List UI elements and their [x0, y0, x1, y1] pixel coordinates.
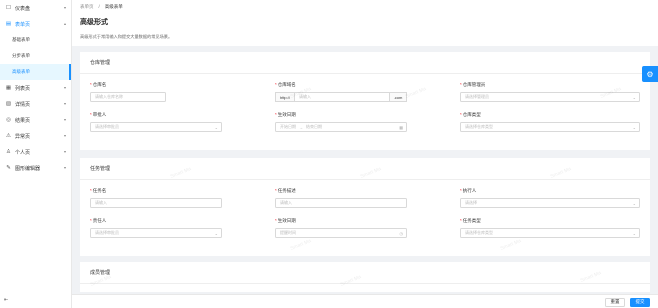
- collapse-sidebar-icon[interactable]: ⇤: [4, 297, 8, 303]
- chevron-down-icon: ⌄: [632, 94, 636, 100]
- reset-button[interactable]: 重置: [605, 297, 625, 307]
- sidebar-item-label: 表单页: [15, 21, 31, 28]
- submit-button[interactable]: 提交: [630, 297, 650, 307]
- sidebar-item-dashboard[interactable]: ☐ 仪表盘 ▾: [0, 0, 71, 16]
- chevron-up-icon: ▴: [63, 21, 66, 26]
- chevron-down-icon: ⌄: [632, 230, 636, 236]
- sidebar-item-label: 个人页: [15, 149, 31, 156]
- label-executor: *执行人: [460, 188, 477, 193]
- label-task-description: *任务描述: [275, 188, 296, 193]
- chevron-down-icon: ▾: [63, 117, 66, 122]
- sidebar-item-label: 仪表盘: [15, 5, 31, 12]
- footer-toolbar: 重置 提交: [72, 294, 658, 308]
- sidebar-item-detail[interactable]: ▧ 详情页 ▾: [0, 96, 71, 112]
- page-description: 高级形式于常用输入和提交大量数据的常见场景。: [80, 34, 173, 39]
- sidebar-item-result[interactable]: ◎ 结果页 ▾: [0, 112, 71, 128]
- dashboard-icon: ☐: [6, 5, 11, 11]
- label-task-name: *任务名: [90, 188, 107, 193]
- sidebar-item-editor[interactable]: ✎ 图形编辑器 ▾: [0, 160, 71, 176]
- label-warehouse-admin: *仓库管理员: [460, 82, 486, 87]
- card-warehouse: 仓库管理 *仓库名 请输入仓库名称 *仓库域名 http:// 请输入 .com…: [80, 52, 650, 150]
- warehouse-name-input[interactable]: 请输入仓库名称: [90, 92, 166, 102]
- chevron-down-icon: ⌄: [214, 124, 218, 130]
- label-task-date: *生效日期: [275, 218, 296, 223]
- label-effective-date: *生效日期: [275, 112, 296, 117]
- task-type-select[interactable]: 请选择仓库类型 ⌄: [460, 228, 640, 238]
- sidebar-item-label: 详情页: [15, 101, 31, 108]
- clock-icon: ◷: [399, 230, 404, 236]
- list-icon: ▦: [5, 85, 12, 91]
- sidebar-item-list[interactable]: ▦ 列表页 ▾: [0, 80, 71, 96]
- sidebar-subitem-label: 分步表单: [12, 53, 30, 58]
- sidebar-item-label: 图形编辑器: [15, 165, 41, 172]
- sidebar-item-account[interactable]: ♙ 个人页 ▾: [0, 144, 71, 160]
- detail-icon: ▧: [5, 101, 12, 107]
- card-title: 任务管理: [80, 158, 650, 180]
- chevron-down-icon: ▾: [63, 133, 66, 138]
- card-members: 成员管理: [80, 262, 650, 292]
- chevron-down-icon: ▾: [63, 165, 66, 170]
- sidebar-subitem-label: 高级表单: [12, 69, 30, 74]
- owner-select[interactable]: 请选择审批员 ⌄: [90, 228, 222, 238]
- gear-icon: ⚙: [646, 69, 654, 79]
- card-title: 成员管理: [80, 262, 650, 284]
- sidebar-subitem-label: 基础表单: [12, 37, 30, 42]
- chevron-down-icon: ▾: [63, 149, 66, 154]
- effective-date-range[interactable]: 开始日期 → 结束日期 ▦: [275, 122, 407, 132]
- sidebar-item-exception[interactable]: ⚠ 异常页 ▾: [0, 128, 71, 144]
- form-icon: ▤: [5, 21, 12, 27]
- warehouse-type-select[interactable]: 请选择仓库类型 ⌄: [460, 122, 640, 132]
- label-owner: *责任人: [90, 218, 107, 223]
- breadcrumb-item-current: 高级表单: [104, 4, 123, 9]
- breadcrumb-item-form[interactable]: 表单页: [80, 4, 94, 10]
- sidebar-subitem-basic-form[interactable]: 基础表单: [0, 32, 71, 48]
- settings-drawer-button[interactable]: ⚙: [642, 66, 658, 82]
- chevron-down-icon: ⌄: [632, 124, 636, 130]
- approver-select[interactable]: 请选择审批员 ⌄: [90, 122, 222, 132]
- label-warehouse-domain: *仓库域名: [275, 82, 296, 87]
- sidebar-item-label: 结果页: [15, 117, 31, 124]
- label-task-type: *任务类型: [460, 218, 481, 223]
- warning-icon: ⚠: [6, 133, 11, 139]
- reminder-time-picker[interactable]: 提醒时间 ◷: [275, 228, 407, 238]
- chevron-down-icon: ▾: [63, 101, 66, 106]
- task-description-input[interactable]: 请输入: [275, 198, 407, 208]
- breadcrumb-separator: /: [98, 4, 100, 9]
- chevron-down-icon: ▾: [63, 5, 66, 10]
- editor-icon: ✎: [6, 165, 11, 171]
- label-warehouse-type: *仓库类型: [460, 112, 481, 117]
- sidebar-item-label: 列表页: [15, 85, 31, 92]
- label-approver: *审批人: [90, 112, 107, 117]
- chevron-down-icon: ▾: [63, 85, 66, 90]
- sidebar-item-label: 异常页: [15, 133, 31, 140]
- task-name-input[interactable]: 请输入: [90, 198, 222, 208]
- page-header: 表单页 / 高级表单 高级形式 高级形式于常用输入和提交大量数据的常见场景。: [72, 0, 658, 46]
- chevron-down-icon: ⌄: [632, 200, 636, 206]
- sidebar-subitem-advanced-form[interactable]: 高级表单: [0, 64, 71, 80]
- sidebar-subitem-step-form[interactable]: 分步表单: [0, 48, 71, 64]
- user-icon: ♙: [6, 149, 11, 155]
- sidebar: ☐ 仪表盘 ▾ ▤ 表单页 ▴ 基础表单 分步表单 高级表单 ▦ 列表页 ▾ ▧…: [0, 0, 72, 308]
- label-warehouse-name: *仓库名: [90, 82, 107, 87]
- warehouse-admin-select[interactable]: 请选择管理员 ⌄: [460, 92, 640, 102]
- calendar-icon: ▦: [399, 124, 403, 130]
- main-content: 仓库管理 *仓库名 请输入仓库名称 *仓库域名 http:// 请输入 .com…: [80, 52, 650, 292]
- sidebar-item-form[interactable]: ▤ 表单页 ▴: [0, 16, 71, 32]
- result-icon: ◎: [6, 117, 11, 123]
- warehouse-domain-input[interactable]: 请输入: [294, 92, 390, 102]
- page-title: 高级形式: [80, 19, 108, 26]
- card-title: 仓库管理: [80, 52, 650, 74]
- card-task: 任务管理 *任务名 请输入 *任务描述 请输入 *执行人 请选择 ⌄ *责任人 请…: [80, 158, 650, 256]
- url-suffix-addon: .com: [389, 92, 407, 102]
- breadcrumb: 表单页 / 高级表单: [80, 4, 123, 10]
- url-prefix-addon: http://: [275, 92, 295, 102]
- chevron-down-icon: ⌄: [214, 230, 218, 236]
- executor-select[interactable]: 请选择 ⌄: [460, 198, 640, 208]
